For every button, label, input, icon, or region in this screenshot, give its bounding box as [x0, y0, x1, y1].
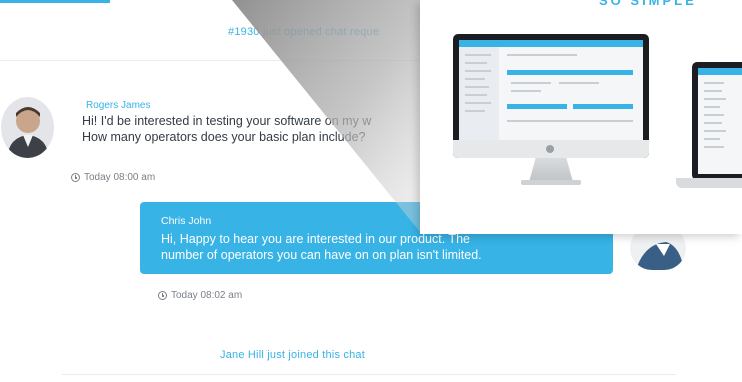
- message-author-rogers: Rogers James: [86, 100, 151, 111]
- timestamp-text: Today 08:02 am: [171, 290, 243, 301]
- system-message-joined: Jane Hill just joined this chat: [220, 349, 365, 361]
- avatar-rogers: [1, 97, 54, 158]
- message-text-rogers-line2: How many operators does your basic plan …: [82, 130, 366, 144]
- desktop-monitor-image: [453, 34, 649, 158]
- monitor-screen: [459, 40, 643, 140]
- promo-heading: SO SIMPLE: [599, 0, 697, 8]
- clock-icon: [71, 173, 80, 182]
- message-text-chris-line2: number of operators you can have on on p…: [161, 248, 482, 262]
- message-timestamp-chris: Today 08:02 am: [158, 290, 242, 301]
- message-author-chris: Chris John: [161, 215, 212, 227]
- promo-card: SO SIMPLE: [420, 0, 742, 234]
- clock-icon: [158, 291, 167, 300]
- timestamp-text: Today 08:00 am: [84, 172, 156, 183]
- divider: [62, 374, 676, 375]
- laptop-image: [692, 62, 742, 180]
- apple-logo-icon: [546, 145, 554, 153]
- system-message-opened: #1930 just opened chat reque: [228, 26, 380, 38]
- active-tab-indicator: [0, 0, 110, 3]
- message-timestamp-rogers: Today 08:00 am: [71, 172, 155, 183]
- message-text-rogers-line1: Hi! I'd be interested in testing your so…: [82, 114, 372, 128]
